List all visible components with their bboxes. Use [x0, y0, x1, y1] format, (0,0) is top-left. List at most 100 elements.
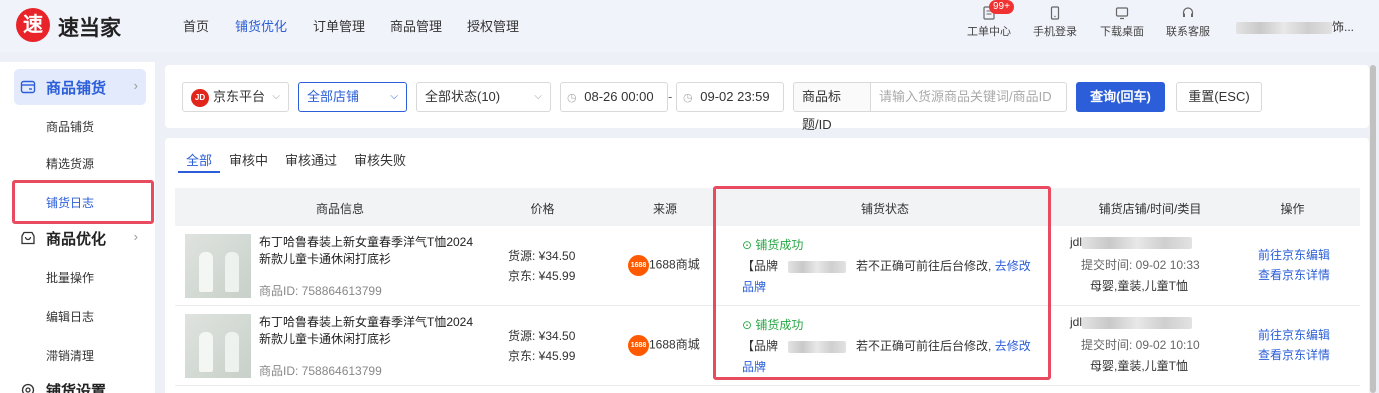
col-source: 来源	[652, 202, 677, 216]
status-select[interactable]: 全部状态(10) ⌵	[416, 82, 551, 112]
reset-button[interactable]: 重置(ESC)	[1176, 82, 1262, 112]
col-price: 价格	[530, 202, 555, 216]
end-date-input[interactable]: ◷ 09-02 23:59	[676, 82, 784, 112]
category-path: 母婴,童装,儿童T恤	[1090, 279, 1188, 293]
headset-icon	[1182, 7, 1194, 17]
shop-select-value: 全部店铺	[307, 89, 360, 104]
ticket-center-label: 工单中心	[967, 26, 1011, 38]
product-thumbnail[interactable]	[185, 234, 251, 298]
product-image-figure	[199, 332, 213, 372]
user-name-suffix: 饰...	[1332, 20, 1355, 34]
listing-icon	[20, 80, 36, 94]
sidebar-group-optimize[interactable]: 商品优化 ›	[14, 220, 146, 256]
gear-icon	[21, 383, 35, 393]
start-date-input[interactable]: ◷ 08-26 00:00	[560, 82, 668, 112]
product-title[interactable]: 布丁哈鲁春装上新女童春季洋气T恤2024新款儿童卡通休闲打底衫	[259, 314, 479, 348]
jd-price: 京东: ¥45.99	[508, 269, 576, 283]
chevron-down-icon: ⌵	[272, 91, 280, 102]
chevron-right-icon: ›	[133, 229, 138, 244]
sidebar-group-settings-label: 铺货设置	[46, 383, 107, 393]
nav-listing-optimize[interactable]: 铺货优化	[235, 16, 287, 35]
sidebar-group-settings[interactable]: 铺货设置	[14, 372, 146, 393]
end-date-value: 09-02 23:59	[700, 89, 770, 104]
jd-logo-icon: JD	[191, 88, 209, 107]
view-jd-detail-link[interactable]: 查看京东详情	[1258, 346, 1330, 363]
start-date-value: 08-26 00:00	[584, 89, 654, 104]
col-shop-time-category: 铺货店铺/时间/类目	[1098, 202, 1202, 216]
category-path: 母婴,童装,儿童T恤	[1090, 359, 1188, 373]
nav-products[interactable]: 商品管理	[390, 16, 442, 35]
sidebar-item-selected-sources[interactable]: 精选货源	[46, 155, 94, 172]
platform-select[interactable]: JD 京东平台 ⌵	[182, 82, 289, 112]
nav-authorization[interactable]: 授权管理	[467, 16, 519, 35]
source-name: 1688商城	[649, 257, 700, 272]
product-title[interactable]: 布丁哈鲁春装上新女童春季洋气T恤2024新款儿童卡通休闲打底衫	[259, 234, 479, 268]
chevron-down-icon: ⌵	[390, 91, 398, 102]
view-jd-detail-link[interactable]: 查看京东详情	[1258, 266, 1330, 283]
date-separator: -	[668, 89, 673, 104]
optimize-icon	[21, 231, 35, 245]
nav-home[interactable]: 首页	[183, 16, 209, 35]
contact-support-button[interactable]: 联系客服	[1158, 6, 1218, 39]
source-price: 货源: ¥34.50	[508, 329, 576, 343]
product-id: 商品ID: 758864613799	[259, 364, 382, 378]
sidebar-item-batch-ops[interactable]: 批量操作	[46, 269, 94, 286]
user-name-redacted	[1236, 21, 1332, 34]
highlight-box-listing-log	[12, 180, 154, 224]
status-select-value: 全部状态(10)	[425, 89, 501, 104]
platform-select-value: 京东平台	[213, 89, 266, 104]
download-desktop-button[interactable]: 下载桌面	[1092, 6, 1152, 39]
sidebar: 商品铺货 › 商品铺货 精选货源 铺货日志 商品优化 › 批量操作 编辑日志 滞…	[0, 62, 155, 393]
tab-active-underline	[178, 171, 220, 173]
col-product-info: 商品信息	[315, 202, 364, 216]
tab-approved[interactable]: 审核通过	[285, 150, 337, 169]
submit-time: 提交时间: 09-02 10:10	[1081, 338, 1200, 352]
app-logo[interactable]: 速	[16, 8, 50, 42]
tab-reviewing[interactable]: 审核中	[229, 150, 268, 169]
download-desktop-label: 下载桌面	[1100, 26, 1144, 38]
product-image-figure	[225, 252, 239, 292]
sidebar-item-slow-moving-cleanup[interactable]: 滞销清理	[46, 347, 94, 364]
ticket-center-button[interactable]: 99+ 工单中心	[959, 0, 1019, 39]
shop-name: jdl	[1070, 235, 1193, 249]
highlight-box-listing-status	[713, 186, 1051, 380]
phone-login-button[interactable]: 手机登录	[1025, 6, 1085, 39]
tab-rejected[interactable]: 审核失败	[354, 150, 406, 169]
submit-time: 提交时间: 09-02 10:33	[1081, 258, 1200, 272]
product-thumbnail[interactable]	[185, 314, 251, 378]
shop-select[interactable]: 全部店铺 ⌵	[298, 82, 407, 112]
search-type-label: 商品标题/ID	[793, 82, 871, 132]
col-actions: 操作	[1280, 202, 1305, 216]
shop-name: jdl	[1070, 315, 1193, 329]
search-input[interactable]: 请输入货源商品关键词/商品ID	[870, 82, 1067, 112]
source-platform: 1688 1688商城	[628, 255, 700, 276]
shop-name-redacted	[1082, 236, 1193, 249]
scrollbar[interactable]	[1370, 65, 1376, 393]
1688-logo-icon: 1688	[628, 335, 649, 356]
source-price: 货源: ¥34.50	[508, 249, 576, 263]
sidebar-item-product-listing[interactable]: 商品铺货	[46, 118, 94, 135]
source-platform: 1688 1688商城	[628, 335, 700, 356]
monitor-icon	[1115, 7, 1129, 20]
1688-logo-icon: 1688	[628, 255, 649, 276]
nav-orders[interactable]: 订单管理	[313, 16, 365, 35]
product-image-figure	[225, 332, 239, 372]
go-jd-edit-link[interactable]: 前往京东编辑	[1258, 326, 1330, 343]
app-name: 速当家	[58, 17, 121, 40]
shop-name-prefix: jdl	[1070, 235, 1083, 249]
sidebar-item-edit-log[interactable]: 编辑日志	[46, 308, 94, 325]
source-name: 1688商城	[649, 337, 700, 352]
go-jd-edit-link[interactable]: 前往京东编辑	[1258, 246, 1330, 263]
sidebar-group-listing[interactable]: 商品铺货 ›	[14, 69, 146, 105]
clock-icon: ◷	[567, 92, 577, 104]
shop-name-redacted	[1082, 316, 1193, 329]
product-id: 商品ID: 758864613799	[259, 284, 382, 298]
chevron-right-icon: ›	[133, 78, 138, 93]
phone-login-label: 手机登录	[1033, 26, 1077, 38]
tab-all[interactable]: 全部	[186, 150, 212, 169]
chevron-down-icon: ⌵	[534, 91, 542, 102]
query-button[interactable]: 查询(回车)	[1076, 82, 1165, 112]
clock-icon: ◷	[683, 92, 693, 104]
user-account[interactable]: 饰...	[1236, 18, 1354, 35]
ticket-badge: 99+	[989, 0, 1014, 14]
